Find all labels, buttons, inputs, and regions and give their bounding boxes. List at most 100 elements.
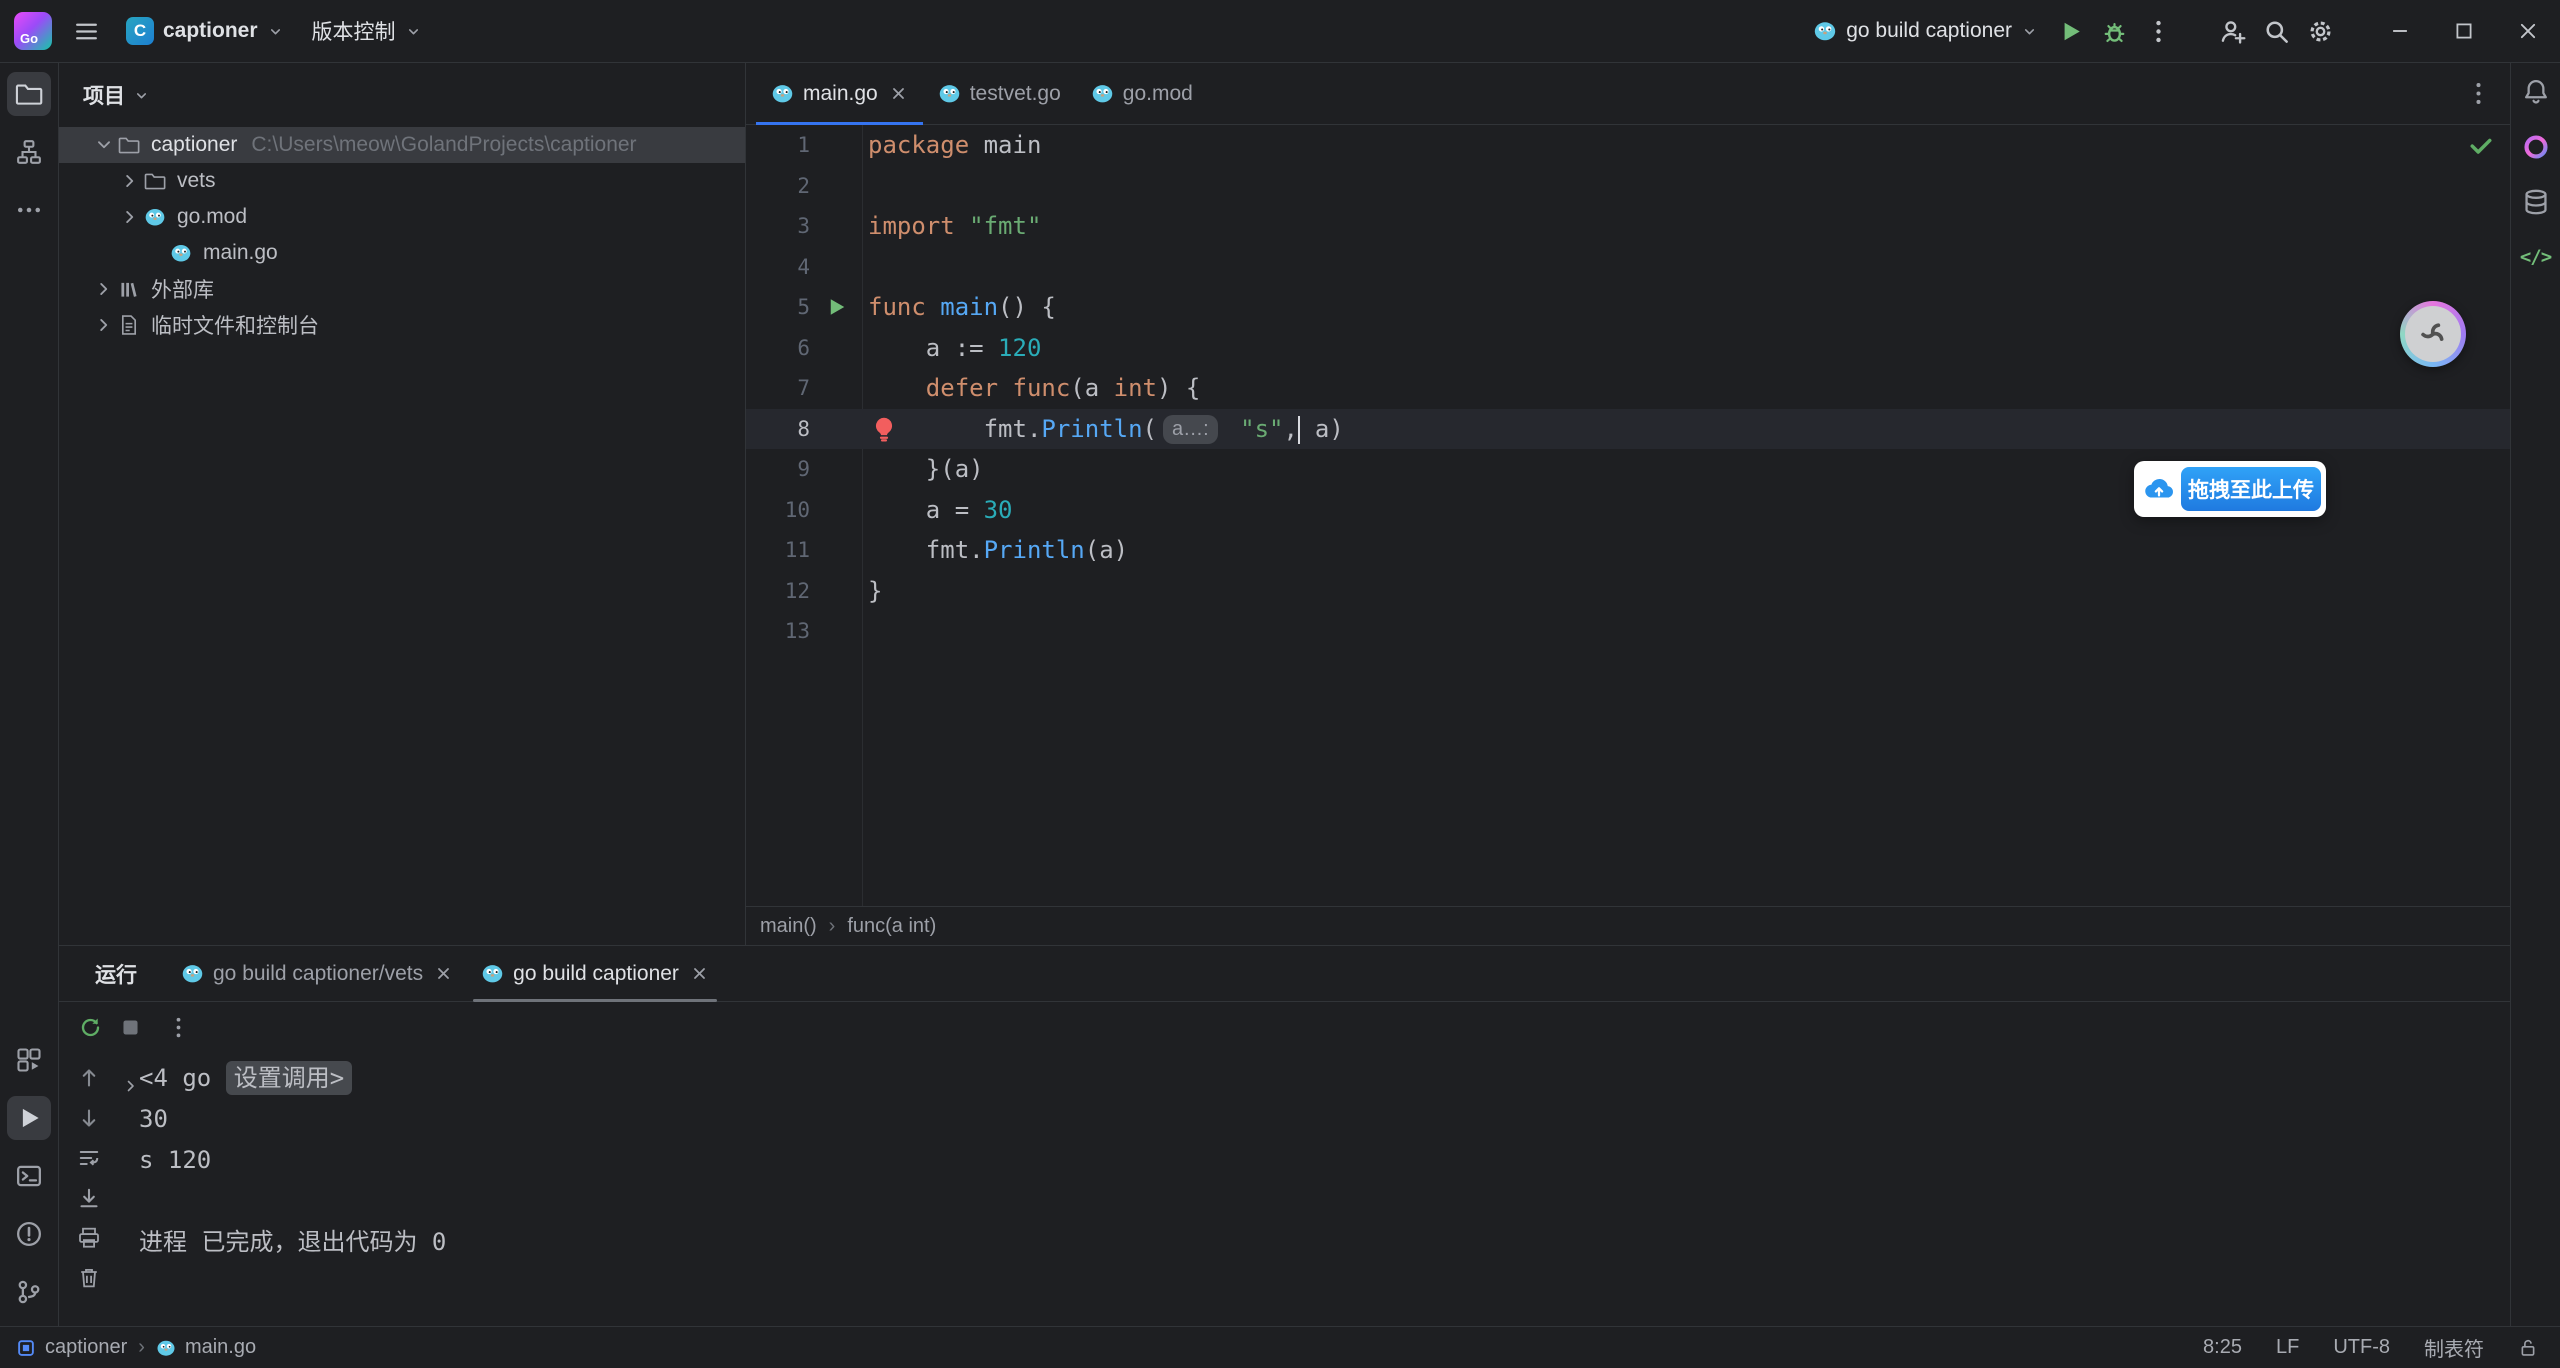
stop-button[interactable]: [110, 1007, 150, 1047]
intention-bulb-icon[interactable]: [870, 415, 898, 443]
line-number[interactable]: 8: [746, 409, 810, 450]
editor-options-button[interactable]: [2456, 72, 2500, 116]
tree-item-item[interactable]: 外部库: [59, 271, 745, 307]
print-console-button[interactable]: [71, 1220, 107, 1256]
tool-window-structure-button[interactable]: [7, 130, 51, 174]
close-button[interactable]: [2496, 0, 2560, 62]
project-widget[interactable]: C captioner: [116, 9, 294, 53]
upload-button[interactable]: 拖拽至此上传: [2181, 467, 2321, 511]
tool-window-services-button[interactable]: [7, 1038, 51, 1082]
minimize-button[interactable]: [2368, 0, 2432, 62]
inspections-ok-icon[interactable]: [2467, 131, 2495, 159]
more-actions-button[interactable]: [2136, 9, 2180, 53]
tree-item-main.go[interactable]: main.go: [59, 235, 745, 271]
tool-window-run-button[interactable]: [7, 1096, 51, 1140]
line-number[interactable]: 10: [746, 490, 810, 531]
code-line-1[interactable]: 1package main: [746, 125, 2510, 166]
code-line-4[interactable]: 4: [746, 247, 2510, 288]
tree-item-item[interactable]: 临时文件和控制台: [59, 307, 745, 343]
readonly-lock-icon[interactable]: [2518, 1338, 2538, 1358]
tree-item-go.mod[interactable]: go.mod: [59, 199, 745, 235]
fold-expand-icon[interactable]: [123, 1066, 139, 1082]
line-number[interactable]: 3: [746, 206, 810, 247]
status-file[interactable]: main.go: [185, 1336, 256, 1359]
code-line-5[interactable]: 5func main() {: [746, 287, 2510, 328]
notifications-button[interactable]: [2516, 72, 2556, 112]
line-number[interactable]: 2: [746, 166, 810, 207]
line-number[interactable]: 11: [746, 530, 810, 571]
tool-window-version-control-button[interactable]: [7, 1270, 51, 1314]
more-tool-windows-button[interactable]: [7, 188, 51, 232]
line-number[interactable]: 5: [746, 287, 810, 328]
chevron-right-icon[interactable]: [118, 199, 142, 235]
run-more-options-button[interactable]: [158, 1007, 198, 1047]
close-tab-icon[interactable]: [434, 964, 453, 983]
code-line-7[interactable]: 7 defer func(a int) {: [746, 368, 2510, 409]
vcs-widget[interactable]: 版本控制: [302, 9, 432, 53]
maximize-button[interactable]: [2432, 0, 2496, 62]
code-line-8[interactable]: 8 fmt.Println(a…: "s", a): [746, 409, 2510, 450]
database-button[interactable]: [2516, 182, 2556, 222]
settings-button[interactable]: [2298, 9, 2342, 53]
editor-tab-go.mod[interactable]: go.mod: [1076, 63, 1208, 124]
drag-upload-overlay[interactable]: 拖拽至此上传: [2134, 461, 2326, 517]
tool-window-terminal-button[interactable]: [7, 1154, 51, 1198]
tree-item-captioner[interactable]: captionerC:\Users\meow\GolandProjects\ca…: [59, 127, 745, 163]
breadcrumb-item[interactable]: main(): [760, 915, 817, 938]
code-line-6[interactable]: 6 a := 120: [746, 328, 2510, 369]
chevron-down-icon[interactable]: [92, 127, 116, 163]
code-line-11[interactable]: 11 fmt.Println(a): [746, 530, 2510, 571]
down-stacktrace-button[interactable]: [71, 1100, 107, 1136]
run-button[interactable]: [2048, 9, 2092, 53]
code-line-3[interactable]: 3import "fmt": [746, 206, 2510, 247]
line-number[interactable]: 1: [746, 125, 810, 166]
endpoints-button[interactable]: </>: [2516, 237, 2556, 277]
soft-wrap-button[interactable]: [71, 1140, 107, 1176]
line-number[interactable]: 6: [746, 328, 810, 369]
status-indent[interactable]: 制表符: [2424, 1333, 2484, 1362]
ai-assistant-button[interactable]: [2516, 127, 2556, 167]
project-panel-header[interactable]: 项目: [59, 63, 745, 127]
tool-window-project-button[interactable]: [7, 72, 51, 116]
code-editor[interactable]: 1package main23import "fmt"45func main()…: [746, 125, 2510, 906]
status-project[interactable]: captioner: [45, 1336, 127, 1359]
run-main-gutter-icon[interactable]: [810, 287, 862, 328]
editor-tab-main.go[interactable]: main.go: [756, 63, 923, 124]
run-tab-go-build-captioner[interactable]: go build captioner: [467, 946, 723, 1001]
floating-assistant-ball[interactable]: [2400, 301, 2466, 367]
rerun-button[interactable]: [70, 1007, 110, 1047]
status-encoding[interactable]: UTF-8: [2333, 1336, 2390, 1359]
close-tab-icon[interactable]: [889, 84, 908, 103]
console-output[interactable]: <4 go 设置调用>30s 120 进程 已完成，退出代码为 0: [119, 1052, 2510, 1326]
scroll-to-end-button[interactable]: [71, 1180, 107, 1216]
clear-console-button[interactable]: [71, 1260, 107, 1296]
assistant-ball-logo-icon: [2405, 306, 2461, 362]
main-menu-button[interactable]: [64, 9, 108, 53]
debug-button[interactable]: [2092, 9, 2136, 53]
status-line-separator[interactable]: LF: [2276, 1336, 2299, 1359]
search-everywhere-button[interactable]: [2254, 9, 2298, 53]
tool-window-problems-button[interactable]: [7, 1212, 51, 1256]
tree-item-vets[interactable]: vets: [59, 163, 745, 199]
line-number[interactable]: 9: [746, 449, 810, 490]
chevron-right-icon[interactable]: [92, 271, 116, 307]
line-number[interactable]: 7: [746, 368, 810, 409]
editor-tab-testvet.go[interactable]: testvet.go: [923, 63, 1076, 124]
chevron-right-icon[interactable]: [118, 163, 142, 199]
status-caret-position[interactable]: 8:25: [2203, 1336, 2242, 1359]
console-folded-chip[interactable]: 设置调用>: [226, 1061, 352, 1095]
run-tab-go-build-captioner-vets[interactable]: go build captioner/vets: [167, 946, 467, 1001]
line-number[interactable]: 13: [746, 611, 810, 652]
close-tab-icon[interactable]: [690, 964, 709, 983]
code-line-12[interactable]: 12}: [746, 571, 2510, 612]
code-with-me-button[interactable]: [2210, 9, 2254, 53]
go-file-icon: [938, 82, 961, 105]
code-line-2[interactable]: 2: [746, 166, 2510, 207]
code-line-13[interactable]: 13: [746, 611, 2510, 652]
line-number[interactable]: 4: [746, 247, 810, 288]
line-number[interactable]: 12: [746, 571, 810, 612]
run-config-selector[interactable]: go build captioner: [1803, 9, 2048, 53]
up-stacktrace-button[interactable]: [71, 1060, 107, 1096]
chevron-right-icon[interactable]: [92, 307, 116, 343]
breadcrumb-item[interactable]: func(a int): [847, 915, 936, 938]
